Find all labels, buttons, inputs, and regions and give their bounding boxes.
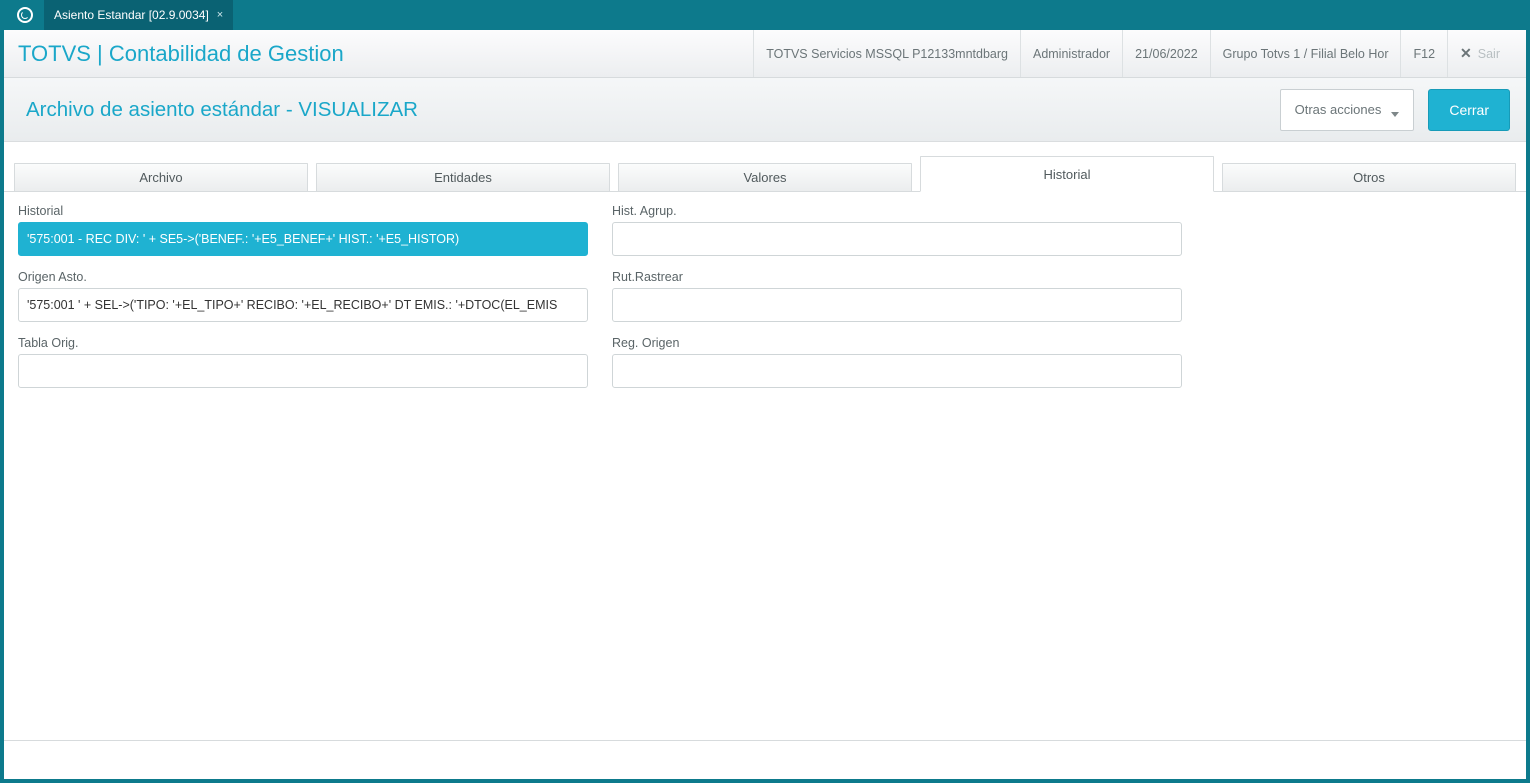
dropdown-caret-icon — [1391, 112, 1399, 117]
field-reg-origen: Reg. Origen — [612, 336, 1182, 388]
close-icon: ✕ — [1460, 45, 1472, 62]
app-icon-wrap — [10, 0, 40, 30]
tabs-row: Archivo Entidades Valores Historial Otro… — [4, 142, 1526, 192]
tab-label: Historial — [1044, 167, 1091, 182]
other-actions-button[interactable]: Otras acciones — [1280, 89, 1415, 131]
input-historial[interactable] — [18, 222, 588, 256]
field-hist-agrup: Hist. Agrup. — [612, 204, 1182, 256]
tab-archivo[interactable]: Archivo — [14, 163, 308, 191]
toolbar: Archivo de asiento estándar - VISUALIZAR… — [4, 78, 1526, 142]
branch-info: Grupo Totvs 1 / Filial Belo Hor — [1210, 30, 1401, 77]
window-titlebar: Asiento Estandar [02.9.0034] × — [0, 0, 1530, 30]
exit-label: Sair — [1478, 47, 1500, 61]
tab-label: Archivo — [139, 170, 182, 185]
tab-historial[interactable]: Historial — [920, 156, 1214, 192]
input-rut-rastrear[interactable] — [612, 288, 1182, 322]
date-info: 21/06/2022 — [1122, 30, 1210, 77]
tab-label: Otros — [1353, 170, 1385, 185]
close-button[interactable]: Cerrar — [1428, 89, 1510, 131]
window-tab-title: Asiento Estandar [02.9.0034] — [54, 8, 209, 22]
app-header: TOTVS | Contabilidad de Gestion TOTVS Se… — [4, 30, 1526, 78]
app-title: TOTVS | Contabilidad de Gestion — [18, 41, 344, 67]
user-info: Administrador — [1020, 30, 1122, 77]
label-historial: Historial — [18, 204, 588, 218]
tab-label: Entidades — [434, 170, 492, 185]
window-tab[interactable]: Asiento Estandar [02.9.0034] × — [44, 0, 233, 30]
field-origen-asto: Origen Asto. — [18, 270, 588, 322]
field-tabla-orig: Tabla Orig. — [18, 336, 588, 388]
header-info-strip: TOTVS Servicios MSSQL P12133mntdbarg Adm… — [753, 30, 1512, 77]
close-tab-icon[interactable]: × — [217, 9, 223, 21]
input-reg-origen[interactable] — [612, 354, 1182, 388]
bottom-divider — [4, 740, 1526, 741]
env-info: TOTVS Servicios MSSQL P12133mntdbarg — [753, 30, 1020, 77]
tab-otros[interactable]: Otros — [1222, 163, 1516, 191]
hotkey-label[interactable]: F12 — [1400, 30, 1447, 77]
tab-entidades[interactable]: Entidades — [316, 163, 610, 191]
label-tabla-orig: Tabla Orig. — [18, 336, 588, 350]
form-area: Historial Hist. Agrup. Origen Asto. Rut.… — [4, 192, 1526, 400]
other-actions-label: Otras acciones — [1295, 102, 1382, 117]
field-rut-rastrear: Rut.Rastrear — [612, 270, 1182, 322]
label-reg-origen: Reg. Origen — [612, 336, 1182, 350]
field-historial: Historial — [18, 204, 588, 256]
input-tabla-orig[interactable] — [18, 354, 588, 388]
totvs-logo-icon — [17, 7, 33, 23]
exit-button[interactable]: ✕ Sair — [1447, 30, 1512, 77]
label-hist-agrup: Hist. Agrup. — [612, 204, 1182, 218]
label-rut-rastrear: Rut.Rastrear — [612, 270, 1182, 284]
label-origen-asto: Origen Asto. — [18, 270, 588, 284]
app-window: TOTVS | Contabilidad de Gestion TOTVS Se… — [4, 30, 1526, 779]
input-origen-asto[interactable] — [18, 288, 588, 322]
tab-label: Valores — [743, 170, 786, 185]
input-hist-agrup[interactable] — [612, 222, 1182, 256]
tab-valores[interactable]: Valores — [618, 163, 912, 191]
page-title: Archivo de asiento estándar - VISUALIZAR — [26, 98, 418, 122]
